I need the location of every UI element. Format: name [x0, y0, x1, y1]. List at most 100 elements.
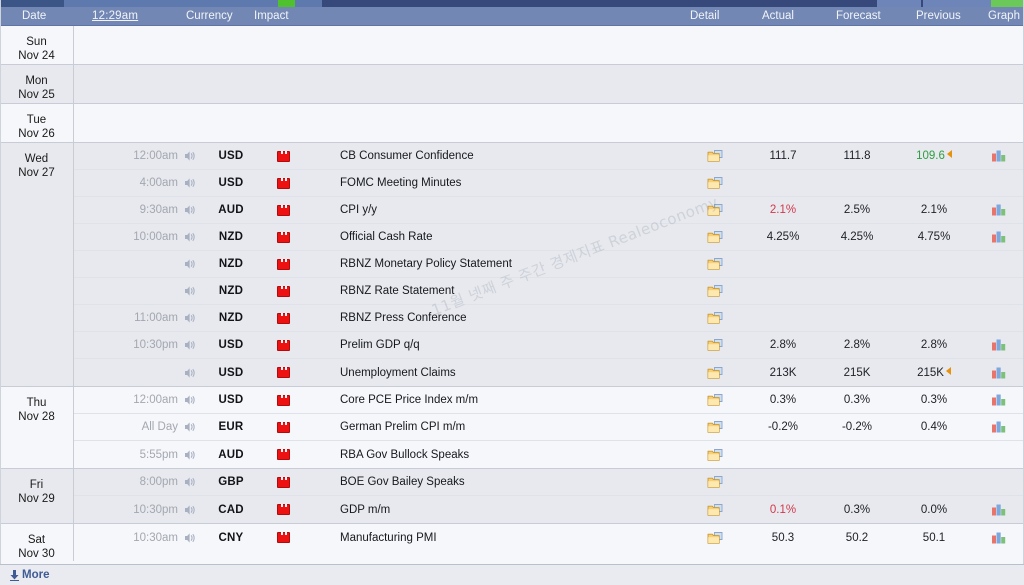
event-currency[interactable]: AUD — [208, 449, 254, 461]
event-detail-button[interactable] — [684, 531, 746, 545]
event-impact[interactable] — [254, 476, 312, 488]
event-row[interactable]: 10:30pm USD Prelim GDP q/q 2.8% 2.8% 2.8% — [74, 332, 1024, 359]
day-cell[interactable]: Wed Nov 27 — [0, 143, 74, 386]
event-graph-button[interactable] — [974, 366, 1024, 380]
event-audio-button[interactable] — [184, 421, 208, 433]
event-row[interactable]: 12:00am USD Core PCE Price Index m/m 0.3% 0.… — [74, 387, 1024, 414]
event-title[interactable]: Prelim GDP q/q — [312, 339, 684, 351]
event-impact[interactable] — [254, 339, 312, 351]
event-audio-button[interactable] — [184, 177, 208, 189]
day-cell[interactable]: Sun Nov 24 — [0, 26, 74, 64]
event-detail-button[interactable] — [684, 176, 746, 190]
event-detail-button[interactable] — [684, 393, 746, 407]
event-detail-button[interactable] — [684, 503, 746, 517]
event-detail-button[interactable] — [684, 366, 746, 380]
column-header-detail[interactable]: Detail — [690, 7, 719, 26]
event-title[interactable]: Core PCE Price Index m/m — [312, 394, 684, 406]
event-currency[interactable]: CNY — [208, 532, 254, 544]
event-title[interactable]: Unemployment Claims — [312, 367, 684, 379]
event-impact[interactable] — [254, 394, 312, 406]
event-impact[interactable] — [254, 532, 312, 543]
event-currency[interactable]: EUR — [208, 421, 254, 433]
event-graph-button[interactable] — [974, 149, 1024, 163]
day-cell[interactable]: Tue Nov 26 — [0, 104, 74, 142]
day-cell[interactable]: Thu Nov 28 — [0, 387, 74, 468]
event-currency[interactable]: AUD — [208, 204, 254, 216]
event-graph-button[interactable] — [974, 338, 1024, 352]
event-impact[interactable] — [254, 150, 312, 162]
event-currency[interactable]: USD — [208, 394, 254, 406]
event-detail-button[interactable] — [684, 420, 746, 434]
event-title[interactable]: GDP m/m — [312, 504, 684, 516]
event-detail-button[interactable] — [684, 284, 746, 298]
event-impact[interactable] — [254, 258, 312, 270]
event-graph-button[interactable] — [974, 503, 1024, 517]
event-row[interactable]: NZD RBNZ Rate Statement — [74, 278, 1024, 305]
event-title[interactable]: RBNZ Monetary Policy Statement — [312, 258, 684, 270]
event-currency[interactable]: USD — [208, 150, 254, 162]
event-row[interactable]: NZD RBNZ Monetary Policy Statement — [74, 251, 1024, 278]
event-audio-button[interactable] — [184, 258, 208, 270]
event-detail-button[interactable] — [684, 311, 746, 325]
event-audio-button[interactable] — [184, 150, 208, 162]
column-header-currency[interactable]: Currency — [186, 7, 233, 26]
event-row[interactable]: 10:30pm CAD GDP m/m 0.1% 0.3% 0.0% — [74, 496, 1024, 523]
event-title[interactable]: FOMC Meeting Minutes — [312, 177, 684, 189]
event-audio-button[interactable] — [184, 394, 208, 406]
event-graph-button[interactable] — [974, 230, 1024, 244]
event-row[interactable]: 12:00am USD CB Consumer Confidence 111.7 111… — [74, 143, 1024, 170]
event-audio-button[interactable] — [184, 285, 208, 297]
more-button[interactable]: More — [10, 569, 49, 581]
event-title[interactable]: CB Consumer Confidence — [312, 150, 684, 162]
event-audio-button[interactable] — [184, 204, 208, 216]
event-detail-button[interactable] — [684, 230, 746, 244]
event-currency[interactable]: NZD — [208, 231, 254, 243]
event-impact[interactable] — [254, 504, 312, 515]
event-currency[interactable]: USD — [208, 339, 254, 351]
event-row[interactable]: 9:30am AUD CPI y/y 2.1% 2.5% 2.1% — [74, 197, 1024, 224]
column-header-graph[interactable]: Graph — [988, 7, 1020, 26]
event-row[interactable]: 4:00am USD FOMC Meeting Minutes — [74, 170, 1024, 197]
event-row[interactable]: 5:55pm AUD RBA Gov Bullock Speaks — [74, 441, 1024, 468]
event-title[interactable]: CPI y/y — [312, 204, 684, 216]
event-row[interactable]: 10:00am NZD Official Cash Rate 4.25% 4.25% 4.… — [74, 224, 1024, 251]
event-audio-button[interactable] — [184, 504, 208, 516]
event-row[interactable]: 11:00am NZD RBNZ Press Conference — [74, 305, 1024, 332]
event-currency[interactable]: CAD — [208, 504, 254, 516]
event-graph-button[interactable] — [974, 203, 1024, 217]
event-detail-button[interactable] — [684, 448, 746, 462]
event-title[interactable]: RBA Gov Bullock Speaks — [312, 449, 684, 461]
event-currency[interactable]: NZD — [208, 285, 254, 297]
column-header-forecast[interactable]: Forecast — [836, 7, 881, 26]
day-cell[interactable]: Sat Nov 30 — [0, 524, 74, 561]
event-detail-button[interactable] — [684, 149, 746, 163]
event-impact[interactable] — [254, 177, 312, 189]
event-currency[interactable]: GBP — [208, 476, 254, 488]
event-title[interactable]: German Prelim CPI m/m — [312, 421, 684, 433]
event-graph-button[interactable] — [974, 393, 1024, 407]
column-header-date[interactable]: Date — [22, 7, 46, 26]
event-currency[interactable]: USD — [208, 177, 254, 189]
column-header-time[interactable]: 12:29am — [92, 7, 138, 26]
event-detail-button[interactable] — [684, 475, 746, 489]
event-row[interactable]: USD Unemployment Claims 213K 215K 215K — [74, 359, 1024, 386]
event-title[interactable]: BOE Gov Bailey Speaks — [312, 476, 684, 488]
event-row[interactable]: All Day EUR German Prelim CPI m/m -0.2% -0.2… — [74, 414, 1024, 441]
event-detail-button[interactable] — [684, 203, 746, 217]
event-title[interactable]: Official Cash Rate — [312, 231, 684, 243]
event-title[interactable]: RBNZ Rate Statement — [312, 285, 684, 297]
event-title[interactable]: Manufacturing PMI — [312, 532, 684, 544]
day-cell[interactable]: Mon Nov 25 — [0, 65, 74, 103]
event-currency[interactable]: USD — [208, 367, 254, 379]
column-header-previous[interactable]: Previous — [916, 7, 961, 26]
day-cell[interactable]: Fri Nov 29 — [0, 469, 74, 523]
event-title[interactable]: RBNZ Press Conference — [312, 312, 684, 324]
event-audio-button[interactable] — [184, 339, 208, 351]
event-row[interactable]: 10:30am CNY Manufacturing PMI 50.3 50.2 50.1 — [74, 524, 1024, 551]
event-currency[interactable]: NZD — [208, 312, 254, 324]
event-impact[interactable] — [254, 449, 312, 460]
event-impact[interactable] — [254, 231, 312, 243]
event-audio-button[interactable] — [184, 231, 208, 243]
event-detail-button[interactable] — [684, 338, 746, 352]
event-graph-button[interactable] — [974, 531, 1024, 545]
